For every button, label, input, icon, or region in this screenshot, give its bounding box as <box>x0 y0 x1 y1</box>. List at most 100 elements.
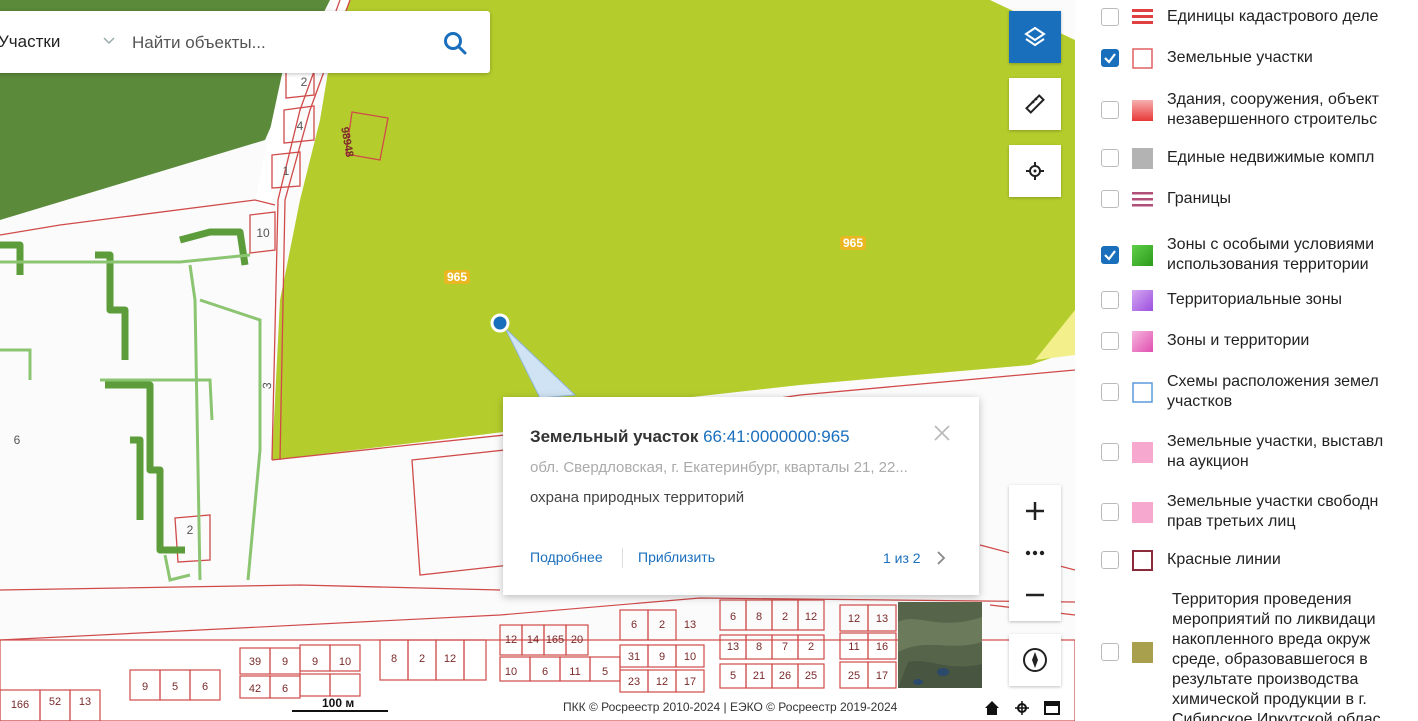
layer-checkbox[interactable] <box>1101 643 1119 661</box>
svg-text:6: 6 <box>282 683 288 695</box>
crosshair-small-icon[interactable] <box>1015 701 1029 715</box>
layer-label: Единые недвижимые компл <box>1167 149 1375 166</box>
layer-row-complexes[interactable]: Единые недвижимые компл <box>1075 147 1418 174</box>
layer-row-parcels[interactable]: Земельные участки <box>1075 47 1418 74</box>
layer-checkbox[interactable] <box>1101 8 1119 26</box>
svg-text:13: 13 <box>684 619 696 631</box>
layer-checkbox[interactable] <box>1101 49 1119 67</box>
chevron-right-icon[interactable] <box>935 549 947 567</box>
search-icon[interactable] <box>442 30 468 56</box>
attribution: ПКК © Росреестр 2010-2024 | ЕЭКО © Росре… <box>563 700 898 714</box>
svg-text:10: 10 <box>505 666 517 678</box>
svg-text:10: 10 <box>339 656 351 668</box>
svg-text:6: 6 <box>542 666 548 678</box>
layer-row-terr-zones[interactable]: Территориальные зоны <box>1075 289 1418 316</box>
layer-swatch-icon <box>1132 47 1153 69</box>
layer-checkbox[interactable] <box>1101 503 1119 521</box>
svg-text:16: 16 <box>876 641 888 653</box>
layer-swatch-icon <box>1132 641 1153 663</box>
layer-swatch-icon <box>1132 147 1153 169</box>
svg-text:2: 2 <box>808 641 814 653</box>
zoom-out-button[interactable] <box>1009 573 1061 617</box>
checkmark-icon <box>1104 53 1116 64</box>
layer-row-free[interactable]: Земельные участки свободн прав третьих ли… <box>1075 492 1418 532</box>
layer-swatch-icon <box>1132 244 1153 266</box>
layer-row-damage-area[interactable]: Территория проведения мероприятий по ликв… <box>1075 590 1418 721</box>
scale-bar <box>292 710 388 712</box>
svg-text:2: 2 <box>659 619 665 631</box>
layer-row-cad-units[interactable]: Единицы кадастрового деле <box>1075 6 1418 33</box>
layer-label: Земельные участки <box>1167 49 1313 66</box>
svg-text:1: 1 <box>283 164 290 178</box>
popup-address: обл. Свердловская, г. Екатеринбург, квар… <box>530 459 908 476</box>
svg-text:2: 2 <box>419 653 425 665</box>
layer-swatch-icon <box>1132 6 1153 28</box>
zone-label-a: 965 <box>444 270 471 284</box>
layer-checkbox[interactable] <box>1101 246 1119 264</box>
svg-text:26: 26 <box>779 670 791 682</box>
layer-checkbox[interactable] <box>1101 149 1119 167</box>
layer-checkbox[interactable] <box>1101 383 1119 401</box>
layer-row-zones-terr[interactable]: Зоны и территории <box>1075 330 1418 357</box>
ruler-icon <box>1025 94 1045 114</box>
layer-label: Земельные участки свободн <box>1167 493 1379 510</box>
layer-row-buildings[interactable]: Здания, сооружения, объект незавершенного… <box>1075 90 1418 130</box>
svg-text:6: 6 <box>14 433 21 447</box>
svg-text:6: 6 <box>730 611 736 623</box>
details-link[interactable]: Подробнее <box>530 549 603 565</box>
compass-icon <box>1023 648 1047 672</box>
search-mode-selector[interactable]: Участки <box>0 32 60 52</box>
compass-button[interactable] <box>1009 634 1061 686</box>
svg-text:5: 5 <box>172 681 178 693</box>
cadastral-number-link[interactable]: 66:41:0000000:965 <box>703 427 850 446</box>
search-input[interactable] <box>130 25 424 61</box>
layer-checkbox[interactable] <box>1101 101 1119 119</box>
more-button[interactable] <box>1009 531 1061 575</box>
layer-swatch-icon <box>1132 99 1153 121</box>
svg-text:2: 2 <box>187 523 194 537</box>
layer-swatch-icon <box>1132 441 1153 463</box>
zoom-to-link[interactable]: Приблизить <box>638 549 715 565</box>
layer-checkbox[interactable] <box>1101 332 1119 350</box>
ruler-button[interactable] <box>1009 78 1061 130</box>
layer-swatch-icon <box>1132 188 1153 210</box>
layer-row-red-lines[interactable]: Красные линии <box>1075 549 1418 576</box>
layer-checkbox[interactable] <box>1101 551 1119 569</box>
layer-swatch-icon <box>1132 549 1153 571</box>
fullscreen-icon[interactable] <box>1044 701 1060 715</box>
svg-text:4: 4 <box>297 119 304 133</box>
svg-text:6: 6 <box>631 619 637 631</box>
layer-row-schemes[interactable]: Схемы расположения земел участков <box>1075 372 1418 412</box>
svg-text:9: 9 <box>282 656 288 668</box>
svg-text:9: 9 <box>659 651 665 663</box>
locate-button[interactable] <box>1009 145 1061 197</box>
svg-text:9: 9 <box>142 681 148 693</box>
divider <box>622 548 623 568</box>
satellite-thumbnail <box>898 602 982 688</box>
layer-label: прав третьих лиц <box>1167 513 1296 530</box>
plus-icon <box>1026 502 1044 520</box>
svg-text:14: 14 <box>527 634 539 646</box>
search-bar: Участки <box>0 11 490 73</box>
layer-row-borders[interactable]: Границы <box>1075 188 1418 215</box>
svg-text:31: 31 <box>628 651 640 663</box>
svg-text:5: 5 <box>602 666 608 678</box>
layer-label: накопленного вреда окруж <box>1172 631 1371 648</box>
chevron-down-icon[interactable] <box>102 34 116 48</box>
layer-checkbox[interactable] <box>1101 291 1119 309</box>
svg-text:10: 10 <box>256 226 270 240</box>
layer-row-auction[interactable]: Земельные участки, выставл на аукцион <box>1075 432 1418 472</box>
svg-text:8: 8 <box>391 653 397 665</box>
svg-text:12: 12 <box>444 653 456 665</box>
layer-checkbox[interactable] <box>1101 443 1119 461</box>
svg-text:52: 52 <box>49 696 61 708</box>
map-canvas[interactable]: 241 10 3 62 39 9 9 10 42 6 8 2 12 12 14 165 20 621… <box>0 0 1075 721</box>
layer-row-special-zones[interactable]: Зоны с особыми условиями использования те… <box>1075 235 1418 275</box>
zoom-in-button[interactable] <box>1009 489 1061 533</box>
basemap-switcher[interactable] <box>898 602 982 688</box>
layer-checkbox[interactable] <box>1101 190 1119 208</box>
home-icon[interactable] <box>985 701 999 715</box>
close-icon[interactable] <box>931 422 953 444</box>
layers-button[interactable] <box>1009 11 1061 63</box>
layer-label: Территория проведения <box>1172 591 1352 608</box>
